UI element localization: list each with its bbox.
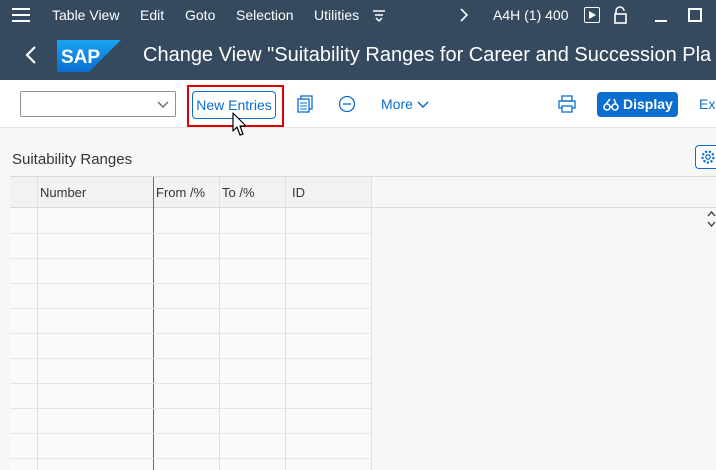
column-header-id[interactable]: ID [292,185,305,200]
menu-overflow-icon[interactable] [372,9,386,23]
table-row[interactable] [10,408,372,409]
table-border [372,176,716,177]
menu-item-selection[interactable]: Selection [236,7,294,23]
table-header: Number From /% To /% ID [10,177,372,208]
table-row[interactable] [10,458,372,459]
mouse-cursor-icon [232,112,247,136]
column-divider [285,177,286,470]
play-icon[interactable] [584,7,600,23]
scroll-up-down-icon[interactable] [707,210,716,228]
column-divider [153,177,154,470]
exit-button[interactable]: Exi [699,96,716,112]
table-row[interactable] [10,283,372,284]
page-title: Change View "Suitability Ranges for Care… [143,44,712,66]
suitability-ranges-table: Number From /% To /% ID [10,176,372,470]
chevron-down-icon [157,101,169,108]
chevron-down-icon [417,101,429,109]
chevron-right-icon[interactable] [459,7,469,23]
column-header-number[interactable]: Number [40,185,86,200]
table-row[interactable] [10,258,372,259]
unlock-icon[interactable] [613,6,629,24]
gear-icon [701,150,715,164]
variant-dropdown[interactable] [20,91,176,117]
menu-item-goto[interactable]: Goto [185,7,215,23]
column-divider [219,177,220,470]
table-row[interactable] [10,358,372,359]
section-title: Suitability Ranges [12,151,133,168]
menu-item-utilities[interactable]: Utilities [314,7,359,23]
table-border [372,207,716,208]
table-border [371,176,372,470]
sap-logo: SAP [57,40,121,72]
menu-bar: Table View Edit Goto Selection Utilities… [0,0,716,31]
column-header-from[interactable]: From /% [156,185,205,200]
display-label: Display [623,96,673,112]
glasses-icon [603,98,619,111]
more-menu-button[interactable]: More [381,96,429,112]
more-label: More [381,96,413,112]
hamburger-menu-icon[interactable] [12,8,30,22]
table-row[interactable] [10,433,372,434]
minimize-icon[interactable] [655,20,667,22]
column-divider [37,177,38,470]
system-info: A4H (1) 400 [493,7,569,23]
table-row[interactable] [10,383,372,384]
table-row[interactable] [10,333,372,334]
display-button[interactable]: Display [597,92,678,117]
table-row[interactable] [10,233,372,234]
title-bar: SAP Change View "Suitability Ranges for … [0,31,716,80]
column-header-to[interactable]: To /% [222,185,255,200]
table-settings-button[interactable] [695,145,716,169]
delete-icon[interactable] [338,95,356,113]
menu-item-table-view[interactable]: Table View [52,7,119,23]
svg-text:SAP: SAP [61,47,100,68]
print-icon[interactable] [558,95,576,113]
back-arrow-icon[interactable] [24,45,38,65]
maximize-icon[interactable] [688,8,702,22]
menu-item-edit[interactable]: Edit [140,7,164,23]
table-row[interactable] [10,308,372,309]
copy-as-icon[interactable] [297,95,313,113]
